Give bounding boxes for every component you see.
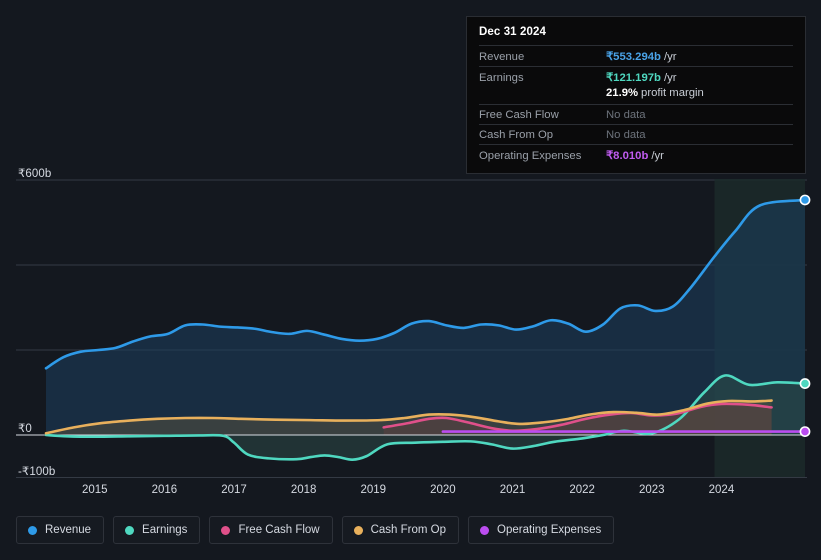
tooltip-row-value: ₹8.010b	[606, 149, 649, 162]
x-axis-tick-label: 2023	[639, 484, 665, 496]
tooltip-row: Earnings ₹121.197b/yr	[479, 66, 793, 87]
tooltip-row-value: No data	[606, 108, 646, 121]
revenue-earnings-chart-panel: ₹600b ₹0 -₹100b 2015 2016 2017 2018 2019 2020 20…	[0, 0, 821, 560]
tooltip-row: Cash From Op No data	[479, 124, 793, 144]
legend-item-revenue[interactable]: Revenue	[16, 516, 105, 544]
tooltip-row-suffix: profit margin	[641, 87, 704, 99]
tooltip-row-suffix: /yr	[663, 71, 677, 84]
x-axis-tick-label: 2021	[499, 484, 526, 496]
y-axis-tick-label: -₹100b	[18, 465, 56, 478]
y-axis-tick-label: ₹600b	[18, 168, 52, 180]
tooltip-row: Revenue ₹553.294b/yr	[479, 45, 793, 66]
x-axis-tick-label: 2018	[290, 484, 317, 496]
legend-item-cash-from-op[interactable]: Cash From Op	[341, 516, 460, 544]
legend-color-dot-icon	[480, 525, 490, 535]
tooltip-rows: Revenue ₹553.294b/yr Earnings ₹121.197b/yr 2…	[479, 45, 793, 165]
tooltip-row: Free Cash Flow No data	[479, 104, 793, 124]
legend-color-dot-icon	[353, 525, 363, 535]
x-axis-tick-label: 2015	[81, 484, 108, 496]
legend-item-label: Revenue	[45, 524, 92, 536]
x-axis-tick-label: 2022	[569, 484, 595, 496]
tooltip-row-suffix: /yr	[663, 50, 677, 63]
legend-color-dot-icon	[125, 525, 135, 535]
y-axis-tick-label: ₹0	[18, 423, 32, 435]
tooltip-row-label: Free Cash Flow	[479, 108, 559, 121]
legend-item-label: Free Cash Flow	[238, 524, 320, 536]
tooltip-date: Dec 31 2024	[479, 26, 546, 38]
tooltip-row-value: 21.9%	[606, 87, 639, 99]
legend-color-dot-icon	[221, 525, 231, 535]
x-axis-tick-label: 2017	[221, 484, 247, 496]
tooltip-row: 21.9% profit margin	[479, 87, 793, 104]
x-axis-tick-label: 2016	[151, 484, 178, 496]
tooltip-row-suffix: /yr	[651, 149, 664, 162]
tooltip-row-value: ₹553.294b	[606, 50, 661, 63]
legend-item-free-cash-flow[interactable]: Free Cash Flow	[209, 516, 333, 544]
chart-legend: Revenue Earnings Free Cash Flow Cash From O…	[0, 500, 821, 560]
legend-item-label: Earnings	[142, 524, 188, 536]
tooltip-row-value: ₹121.197b	[606, 71, 661, 84]
tooltip-row: Operating Expenses ₹8.010b/yr	[479, 144, 793, 165]
legend-item-label: Operating Expenses	[497, 524, 602, 536]
x-axis-tick-label: 2024	[708, 484, 735, 496]
tooltip-row-label: Revenue	[479, 50, 525, 63]
tooltip-row-value: No data	[606, 128, 646, 141]
chart-tooltip: Dec 31 2024 Revenue ₹553.294b/yr Earnings ₹…	[466, 16, 806, 174]
legend-item-label: Cash From Op	[370, 524, 447, 536]
tooltip-row-label: Earnings	[479, 71, 524, 84]
tooltip-row-label: Cash From Op	[479, 128, 554, 141]
legend-item-operating-expenses[interactable]: Operating Expenses	[468, 516, 615, 544]
x-axis-tick-label: 2020	[430, 484, 456, 496]
legend-color-dot-icon	[28, 525, 37, 535]
x-axis-tick-label: 2019	[360, 484, 387, 496]
tooltip-row-label: Operating Expenses	[479, 149, 582, 162]
legend-item-earnings[interactable]: Earnings	[113, 516, 201, 544]
